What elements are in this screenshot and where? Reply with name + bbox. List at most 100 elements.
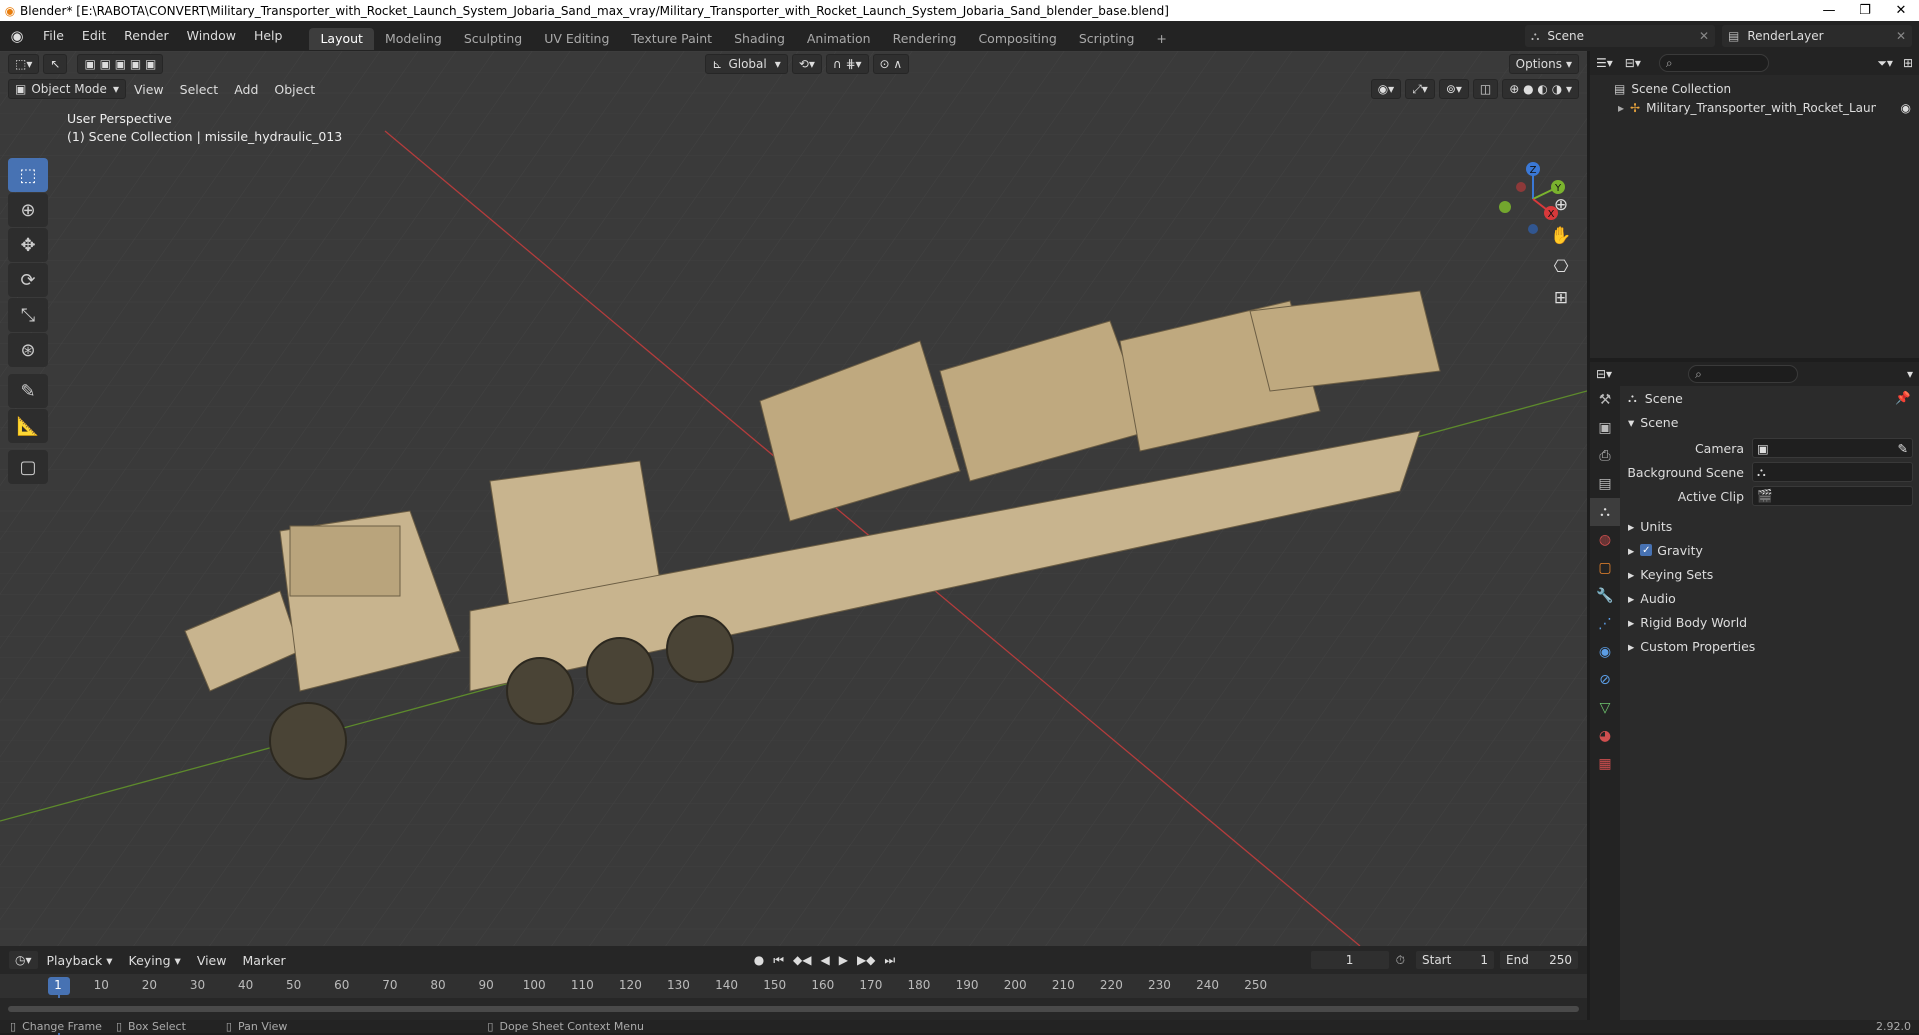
tab-tool[interactable]: ⚒ <box>1590 386 1620 414</box>
new-collection-icon[interactable]: ⊞ <box>1903 56 1913 70</box>
tab-world[interactable]: ◍ <box>1590 526 1620 554</box>
start-frame-field[interactable]: Start 1 <box>1415 950 1495 970</box>
tab-particles[interactable]: ⋰ <box>1590 610 1620 638</box>
timeline-menu-playback[interactable]: Playback ▾ <box>39 953 121 968</box>
section-gravity[interactable]: ▸ ✓ Gravity <box>1624 538 1919 562</box>
menu-edit[interactable]: Edit <box>73 21 115 51</box>
snap-button[interactable]: ∩ ⋕▾ <box>825 54 869 74</box>
tab-layout[interactable]: Layout <box>309 28 374 50</box>
jump-end-icon[interactable]: ⏭ <box>884 953 895 968</box>
outliner-editor-icon[interactable]: ☰▾ <box>1596 56 1613 70</box>
viewport-menu-view[interactable]: View <box>126 82 172 97</box>
section-custom-properties[interactable]: ▸ Custom Properties <box>1624 634 1919 658</box>
overlays-toggle[interactable]: ⊚▾ <box>1438 79 1469 99</box>
menu-window[interactable]: Window <box>178 21 245 51</box>
cursor-tool[interactable]: ⊕ <box>8 193 48 227</box>
current-frame-field[interactable]: 1 <box>1309 950 1390 970</box>
renderlayer-selector[interactable]: ▤ RenderLayer ✕ <box>1722 25 1912 47</box>
pivot-point-button[interactable]: ⟲▾ <box>791 54 822 74</box>
gizmo-neg-z-axis[interactable] <box>1528 224 1538 234</box>
tab-scripting[interactable]: Scripting <box>1068 28 1146 50</box>
tab-compositing[interactable]: Compositing <box>967 28 1067 50</box>
tab-rendering[interactable]: Rendering <box>882 28 968 50</box>
gizmo-neg-y-axis[interactable] <box>1499 201 1511 213</box>
timeline-editor-type[interactable]: ◷▾ <box>8 950 39 970</box>
object-mode-dropdown[interactable]: ▣ Object Mode ▾ <box>8 79 126 99</box>
editor-type-button[interactable]: ⬚▾ <box>8 54 40 74</box>
display-mode-icon[interactable]: ⊟▾ <box>1625 56 1641 70</box>
tab-texture[interactable]: ▦ <box>1590 750 1620 778</box>
tab-modifiers[interactable]: 🔧 <box>1590 582 1620 610</box>
viewport-menu-object[interactable]: Object <box>266 82 323 97</box>
tab-data[interactable]: ▽ <box>1590 694 1620 722</box>
properties-search-input[interactable]: ⌕ <box>1688 365 1799 383</box>
timeline-scrollbar[interactable] <box>8 1006 1579 1012</box>
tab-output[interactable]: ⎙ <box>1590 442 1620 470</box>
stopwatch-icon[interactable]: ⏱ <box>1396 953 1405 968</box>
visibility-dropdown[interactable]: ◉▾ <box>1370 79 1402 99</box>
next-keyframe-icon[interactable]: ▶◆ <box>857 953 875 968</box>
shading-mode-buttons[interactable]: ⊕ ● ◐ ◑ ▾ <box>1502 79 1579 99</box>
outliner-search-input[interactable]: ⌕ <box>1658 54 1769 72</box>
transform-tool[interactable]: ⊛ <box>8 333 48 367</box>
section-audio[interactable]: ▸ Audio <box>1624 586 1919 610</box>
add-workspace-button[interactable]: + <box>1145 28 1177 50</box>
tab-sculpting[interactable]: Sculpting <box>453 28 533 50</box>
blender-menu-icon[interactable]: ◉ <box>0 27 34 45</box>
pan-view-button[interactable]: ✋ <box>1545 222 1577 250</box>
prev-keyframe-icon[interactable]: ◆◀ <box>793 953 811 968</box>
menu-file[interactable]: File <box>34 21 73 51</box>
timeline-menu-marker[interactable]: Marker <box>234 953 293 968</box>
remove-scene-icon[interactable]: ✕ <box>1699 29 1709 43</box>
timeline-menu-view[interactable]: View <box>189 953 235 968</box>
add-cube-tool[interactable]: ▢ <box>8 450 48 484</box>
play-reverse-icon[interactable]: ◀ <box>820 953 829 968</box>
selection-mode-buttons[interactable]: ▣ ▣ ▣ ▣ ▣ <box>77 54 164 74</box>
eyedropper-icon[interactable]: ✎ <box>1898 441 1908 456</box>
timeline-menu-keying[interactable]: Keying ▾ <box>121 953 189 968</box>
3d-viewport[interactable]: ⬚▾ ↖ ▣ ▣ ▣ ▣ ▣ ⊾ Global ▾ ⟲▾ ∩ ⋕▾ ⊙ ∧ Op… <box>0 51 1587 946</box>
zoom-view-button[interactable]: ⊕ <box>1545 191 1577 219</box>
toggle-perspective-button[interactable]: ⊞ <box>1545 284 1577 312</box>
tab-material[interactable]: ◕ <box>1590 722 1620 750</box>
eye-icon[interactable]: ◉ <box>1901 101 1911 115</box>
gizmo-neg-x-axis[interactable] <box>1516 182 1526 192</box>
camera-field[interactable]: ▣ ✎ <box>1752 438 1913 458</box>
chevron-down-icon[interactable]: ▾ <box>1907 367 1913 381</box>
scale-tool[interactable]: ⤡ <box>8 298 48 332</box>
measure-tool[interactable]: 📐 <box>8 409 48 443</box>
move-tool[interactable]: ✥ <box>8 228 48 262</box>
maximize-button[interactable]: ❐ <box>1847 3 1883 18</box>
background-scene-field[interactable]: ⛬ <box>1752 462 1913 482</box>
xray-toggle[interactable]: ◫ <box>1472 79 1499 99</box>
select-box-tool[interactable]: ⬚ <box>8 158 48 192</box>
record-icon[interactable]: ● <box>754 953 764 968</box>
minimize-button[interactable]: — <box>1811 3 1847 18</box>
menu-help[interactable]: Help <box>245 21 292 51</box>
tab-shading[interactable]: Shading <box>723 28 796 50</box>
filter-icon[interactable]: ⏷▾ <box>1877 56 1893 71</box>
tab-animation[interactable]: Animation <box>796 28 882 50</box>
proportional-edit-button[interactable]: ⊙ ∧ <box>872 54 910 74</box>
tab-modeling[interactable]: Modeling <box>374 28 453 50</box>
jump-start-icon[interactable]: ⏮ <box>773 953 784 968</box>
annotate-tool[interactable]: ✎ <box>8 374 48 408</box>
rotate-tool[interactable]: ⟳ <box>8 263 48 297</box>
transform-orientation-dropdown[interactable]: ⊾ Global ▾ <box>705 54 788 74</box>
scene-panel-header[interactable]: ▾ Scene <box>1624 410 1919 434</box>
scene-selector[interactable]: ⛬ Scene ✕ <box>1525 25 1715 47</box>
viewport-menu-add[interactable]: Add <box>226 82 266 97</box>
outliner-row-scene-collection[interactable]: ▤ Scene Collection <box>1590 75 1919 97</box>
options-dropdown[interactable]: Options ▾ <box>1508 54 1579 74</box>
select-tool-mode-button[interactable]: ↖ <box>43 54 68 74</box>
gizmo-toggle[interactable]: ⤢▾ <box>1405 79 1435 99</box>
play-icon[interactable]: ▶ <box>839 953 848 968</box>
frame-ruler[interactable]: 1 10 20 30 40 50 60 70 80 90 100 110 120 130 140 150 160… <box>0 974 1587 1035</box>
timeline-track-area[interactable] <box>0 998 1587 1020</box>
tab-uv-editing[interactable]: UV Editing <box>533 28 620 50</box>
remove-renderlayer-icon[interactable]: ✕ <box>1896 29 1906 43</box>
close-window-button[interactable]: ✕ <box>1883 3 1919 18</box>
properties-editor-icon[interactable]: ⊟▾ <box>1596 367 1612 381</box>
tab-constraints[interactable]: ⊘ <box>1590 666 1620 694</box>
outliner-row-military-transporter[interactable]: ▸ ✢ Military_Transporter_with_Rocket_Lau… <box>1590 97 1919 119</box>
